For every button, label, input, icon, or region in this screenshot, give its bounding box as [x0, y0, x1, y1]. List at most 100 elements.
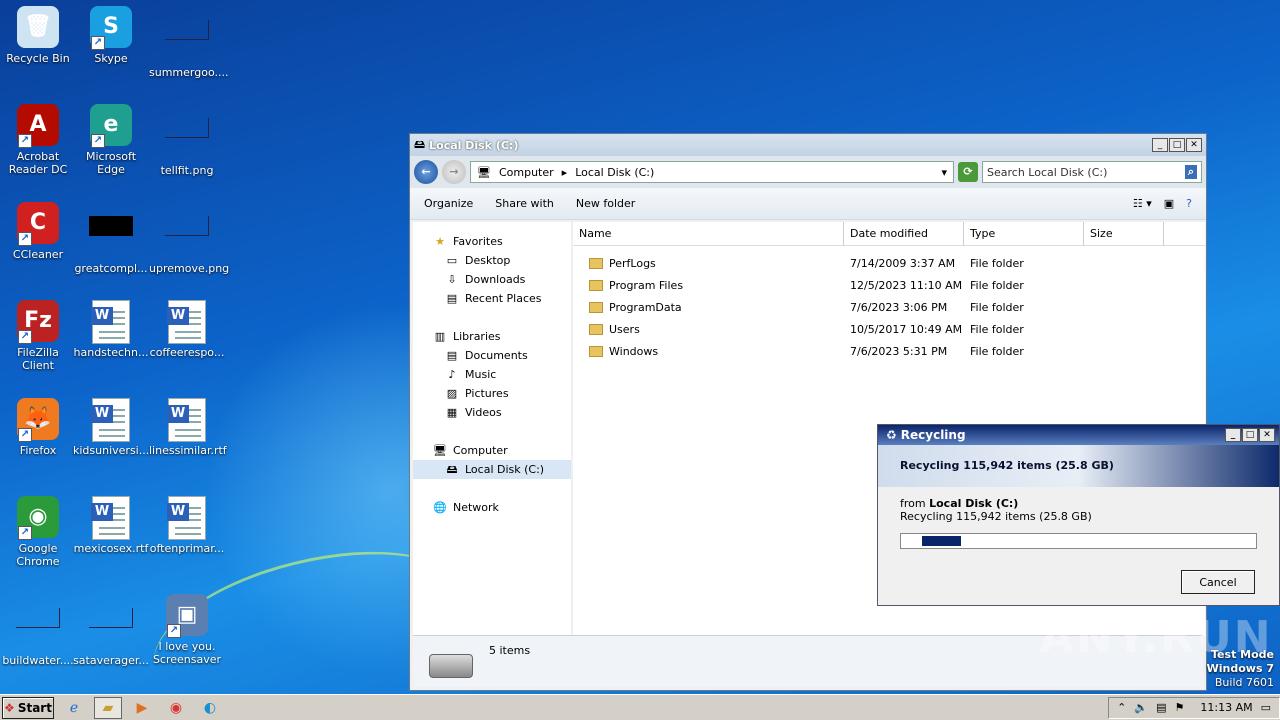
- column-size[interactable]: Size: [1084, 221, 1164, 246]
- back-button[interactable]: ←: [414, 160, 438, 184]
- help-icon[interactable]: ?: [1186, 197, 1192, 210]
- navigation-pane: ★ Favorites ▭ Desktop ⇩ Downloads ▤ Recent P…: [413, 222, 571, 636]
- desktop-icon-item[interactable]: A ↗ Acrobat Reader DC: [0, 104, 76, 176]
- shortcut-arrow-icon: ↗: [18, 232, 32, 246]
- show-desktop-icon[interactable]: ▭: [1261, 701, 1271, 714]
- desktop-icon-item[interactable]: Wkidsuniversi...: [73, 398, 149, 457]
- breadcrumb-local-disk[interactable]: Local Disk (C:): [575, 166, 654, 179]
- breadcrumb-computer[interactable]: Computer: [499, 166, 554, 179]
- action-center-flag-icon[interactable]: ⚑: [1175, 701, 1185, 714]
- desktop-icon-item[interactable]: Wlinessimilar.rtf: [149, 398, 227, 457]
- folder-icon: [589, 280, 603, 291]
- nav-downloads[interactable]: ⇩ Downloads: [413, 270, 571, 289]
- desktop-icon-item[interactable]: Wmexicosex.rtf: [73, 496, 149, 555]
- file-name: PerfLogs: [609, 256, 656, 270]
- desktop-icon-label: buildwater....: [2, 654, 74, 667]
- clock[interactable]: 11:13 AM: [1200, 701, 1252, 714]
- documents-icon: ▤: [446, 348, 458, 362]
- file-row[interactable]: ProgramData 7/6/2023 3:06 PM File folder: [573, 296, 1205, 318]
- black-file-icon: [89, 216, 133, 260]
- close-button[interactable]: ✕: [1259, 428, 1275, 442]
- desktop-icon-item[interactable]: 🦊 ↗ Firefox: [0, 398, 76, 457]
- desktop-icon-item[interactable]: C ↗ CCleaner: [0, 202, 76, 261]
- column-type[interactable]: Type: [964, 221, 1084, 246]
- cancel-button[interactable]: Cancel: [1181, 570, 1255, 594]
- downloads-icon: ⇩: [447, 272, 457, 286]
- desktop-icon-item[interactable]: ◉ ↗ Google Chrome: [0, 496, 76, 568]
- explorer-taskbar-icon[interactable]: ▰: [94, 696, 122, 719]
- drive-icon: 🖴: [446, 462, 458, 476]
- file-row[interactable]: Users 10/5/2017 10:49 AM File folder: [573, 318, 1205, 340]
- share-with-button[interactable]: Share with: [495, 197, 554, 210]
- music-icon: ♪: [448, 367, 456, 381]
- organize-button[interactable]: Organize: [424, 197, 473, 210]
- file-name: ProgramData: [609, 300, 682, 314]
- preview-pane-icon[interactable]: ▣: [1164, 197, 1174, 210]
- window-title: Local Disk (C:): [429, 138, 519, 152]
- minimize-button[interactable]: _: [1152, 138, 1168, 152]
- desktop-icon-item[interactable]: upremove.png: [149, 202, 230, 275]
- nav-desktop[interactable]: ▭ Desktop: [413, 251, 571, 270]
- file-date: 7/14/2009 3:37 AM: [850, 256, 956, 270]
- shortcut-arrow-icon: ↗: [91, 134, 105, 148]
- desktop-icon-item[interactable]: Fz ↗ FileZilla Client: [0, 300, 76, 372]
- forward-button[interactable]: →: [442, 160, 466, 184]
- nav-pictures[interactable]: ▨ Pictures: [413, 384, 571, 403]
- skype-icon: S ↗: [89, 6, 133, 50]
- desktop-icon-label: upremove.png: [149, 262, 230, 275]
- network-tray-icon[interactable]: ▤: [1156, 701, 1166, 714]
- address-bar[interactable]: 🖥 Computer ▸ Local Disk (C:) ▾: [470, 161, 954, 183]
- column-date-modified[interactable]: Date modified: [844, 221, 964, 246]
- desktop-icon-item[interactable]: sataverager...: [73, 594, 149, 667]
- desktop-icon-item[interactable]: 🗑 Recycle Bin: [0, 6, 76, 65]
- desktop-icon-item[interactable]: S ↗ Skype: [73, 6, 149, 65]
- nav-music[interactable]: ♪ Music: [413, 365, 571, 384]
- maximize-button[interactable]: □: [1169, 138, 1185, 152]
- desktop-icon-item[interactable]: tellfit.png: [149, 104, 225, 177]
- minimize-button[interactable]: _: [1225, 428, 1241, 442]
- view-options-icon[interactable]: ☷ ▾: [1133, 197, 1152, 210]
- maximize-button[interactable]: □: [1242, 428, 1258, 442]
- new-folder-button[interactable]: New folder: [576, 197, 635, 210]
- desktop-icon-item[interactable]: ▣ ↗ I love you. Screensaver: [149, 594, 225, 666]
- file-row[interactable]: Windows 7/6/2023 5:31 PM File folder: [573, 340, 1205, 362]
- nav-favorites[interactable]: ★ Favorites: [413, 232, 571, 251]
- nav-documents[interactable]: ▤ Documents: [413, 346, 571, 365]
- explorer-titlebar[interactable]: 🖴 Local Disk (C:) _ □ ✕: [410, 134, 1206, 156]
- nav-videos[interactable]: ▦ Videos: [413, 403, 571, 422]
- desktop-icon-item[interactable]: summergoo....: [149, 6, 228, 79]
- file-row[interactable]: PerfLogs 7/14/2009 3:37 AM File folder: [573, 252, 1205, 274]
- address-bar-area: ← → 🖥 Computer ▸ Local Disk (C:) ▾ ⟳ Sea…: [410, 156, 1206, 188]
- taskbar: ❖ Start ℯ ▰ ▶ ◉ ◐ ⌃ 🔈 ▤ ⚑ 11:13 AM ▭: [0, 694, 1280, 720]
- nav-computer[interactable]: 🖥 Computer: [413, 441, 571, 460]
- file-row[interactable]: Program Files 12/5/2023 11:10 AM File fold…: [573, 274, 1205, 296]
- nav-local-disk[interactable]: 🖴 Local Disk (C:): [413, 460, 571, 479]
- desktop-icon-item[interactable]: e ↗ Microsoft Edge: [73, 104, 149, 176]
- nav-network[interactable]: 🌐 Network: [413, 498, 571, 517]
- dialog-titlebar[interactable]: ♻ Recycling _ □ ✕: [878, 425, 1279, 445]
- chevron-down-icon[interactable]: ▾: [941, 166, 947, 179]
- media-player-taskbar-icon[interactable]: ▶: [128, 697, 156, 719]
- desktop-icon-item[interactable]: Wcoffeerespo...: [149, 300, 225, 359]
- close-button[interactable]: ✕: [1186, 138, 1202, 152]
- search-input[interactable]: Search Local Disk (C:) ⌕: [982, 161, 1202, 183]
- edge-taskbar-icon[interactable]: ◐: [196, 697, 224, 719]
- volume-icon[interactable]: 🔈: [1134, 701, 1148, 714]
- desktop-icon-item[interactable]: buildwater....: [0, 594, 76, 667]
- acrobat-icon: A ↗: [16, 104, 60, 148]
- start-button[interactable]: ❖ Start: [2, 696, 54, 719]
- chrome-taskbar-icon[interactable]: ◉: [162, 697, 190, 719]
- desktop-icon-item[interactable]: Whandstechn...: [73, 300, 149, 359]
- nav-recent-places[interactable]: ▤ Recent Places: [413, 289, 571, 308]
- refresh-button[interactable]: ⟳: [958, 162, 978, 182]
- column-name[interactable]: Name: [573, 221, 844, 246]
- search-icon[interactable]: ⌕: [1184, 165, 1197, 179]
- ie-taskbar-icon[interactable]: ℯ: [60, 697, 88, 719]
- tray-expand-icon[interactable]: ⌃: [1117, 701, 1126, 714]
- desktop-icon-item[interactable]: Woftenprimar...: [149, 496, 225, 555]
- desktop-icon-item[interactable]: greatcompl...: [73, 202, 149, 275]
- nav-libraries[interactable]: ▥ Libraries: [413, 327, 571, 346]
- folder-icon: [589, 346, 603, 357]
- shortcut-arrow-icon: ↗: [18, 134, 32, 148]
- desktop-icon-label: Acrobat Reader DC: [8, 150, 68, 176]
